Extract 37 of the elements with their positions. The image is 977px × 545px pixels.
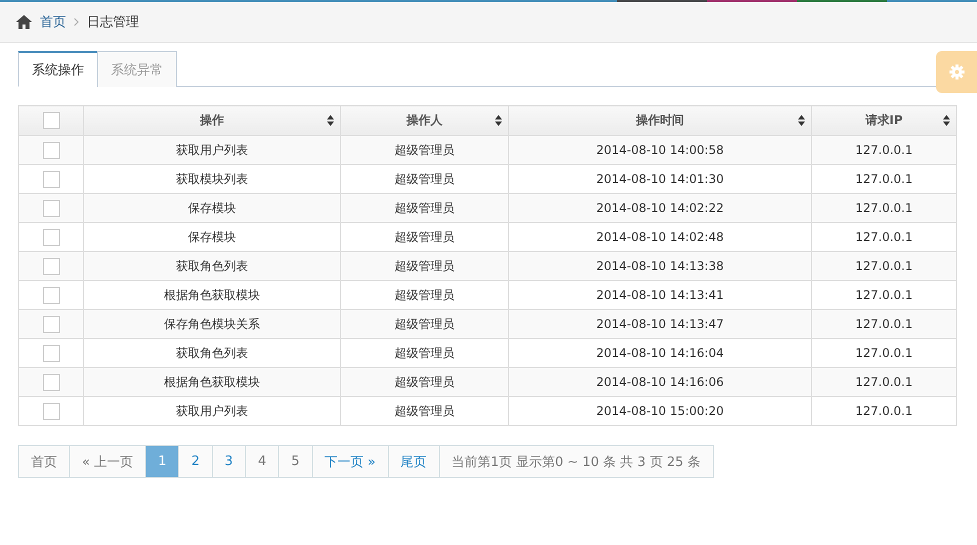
home-icon[interactable] (16, 15, 32, 29)
gear-icon (948, 64, 964, 80)
table-cell: 获取用户列表 (84, 396, 340, 426)
page-link[interactable]: 尾页 (388, 446, 440, 477)
page-link[interactable]: 2 (179, 446, 213, 477)
row-checkbox[interactable] (42, 170, 60, 188)
tab[interactable]: 系统操作 (18, 51, 98, 87)
page-info: 当前第1页 显示第0 ~ 10 条 共 3 页 25 条 (440, 446, 713, 477)
select-all-checkbox[interactable] (42, 112, 60, 129)
chevron-icon (74, 18, 79, 26)
table-cell: 2014-08-10 15:00:20 (508, 396, 812, 426)
column-header[interactable]: 操作人 (340, 106, 508, 136)
column-header[interactable]: 操作 (84, 106, 340, 136)
row-checkbox[interactable] (42, 228, 60, 246)
sort-icon[interactable] (495, 115, 502, 126)
sort-icon[interactable] (327, 115, 334, 126)
row-checkbox[interactable] (42, 258, 60, 274)
column-header[interactable]: 请求IP (812, 106, 956, 136)
page-link[interactable]: 1 (146, 446, 180, 477)
breadcrumb-link[interactable]: 首页 (40, 13, 66, 31)
column-header[interactable]: 操作时间 (508, 106, 812, 136)
page-link[interactable]: 下一页 » (312, 446, 389, 477)
row-checkbox[interactable] (42, 316, 60, 332)
table-cell: 超级管理员 (340, 396, 508, 426)
breadcrumb-current: 日志管理 (87, 14, 139, 31)
table-cell: 127.0.0.1 (812, 396, 956, 426)
row-checkbox[interactable] (42, 344, 60, 362)
sort-icon[interactable] (798, 115, 805, 126)
row-checkbox[interactable] (42, 142, 60, 158)
page-link[interactable]: 3 (212, 446, 246, 477)
row-checkbox[interactable] (42, 402, 60, 420)
row-checkbox[interactable] (42, 374, 60, 390)
row-checkbox[interactable] (42, 286, 60, 304)
settings-button[interactable] (936, 51, 977, 93)
row-checkbox[interactable] (42, 200, 60, 216)
tab[interactable]: 系统异常 (97, 51, 177, 87)
sort-icon[interactable] (943, 115, 950, 126)
